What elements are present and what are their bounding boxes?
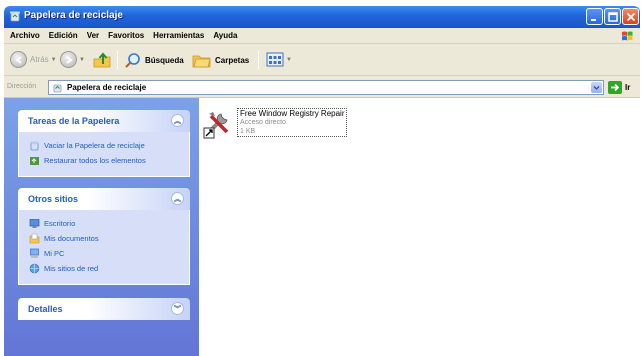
panel-title: Otros sitios bbox=[28, 194, 79, 204]
file-size: 1 KB bbox=[240, 128, 256, 135]
my-documents-icon bbox=[29, 233, 40, 244]
desktop-icon bbox=[29, 219, 40, 228]
go-label: Ir bbox=[625, 83, 631, 92]
address-input[interactable]: Papelera de reciclaje bbox=[48, 80, 604, 95]
chevron-down-icon: ▼ bbox=[79, 56, 85, 63]
file-type: Acceso directo bbox=[240, 119, 286, 126]
search-button[interactable]: Búsqueda bbox=[124, 52, 184, 69]
minimize-icon bbox=[591, 19, 596, 21]
file-item[interactable]: Free Window Registry Repair Acceso direc… bbox=[203, 104, 373, 146]
search-icon bbox=[125, 53, 140, 68]
task-label: Restaurar todos los elementos bbox=[44, 156, 146, 165]
toolbar: Atrás ▼ ▼ Búsqueda Carpetas ▼ bbox=[4, 44, 640, 76]
menu-ver[interactable]: Ver bbox=[87, 31, 99, 40]
maximize-icon bbox=[608, 12, 618, 22]
chevron-down-icon: ▼ bbox=[50, 56, 57, 63]
menu-archivo[interactable]: Archivo bbox=[10, 31, 40, 40]
place-label: Mis sitios de red bbox=[44, 264, 99, 273]
title-bar: Papelera de reciclaje bbox=[4, 6, 640, 28]
panel-header[interactable]: Detalles ︾ bbox=[18, 298, 190, 320]
address-dropdown-button[interactable] bbox=[591, 82, 602, 93]
panel-header[interactable]: Otros sitios ︽ bbox=[18, 188, 190, 210]
up-folder-icon[interactable] bbox=[92, 51, 112, 69]
menu-bar: Archivo Edición Ver Favoritos Herramient… bbox=[4, 28, 640, 44]
repair-tools-shortcut-icon bbox=[203, 112, 229, 139]
forward-button[interactable]: ▼ bbox=[60, 51, 85, 68]
empty-recycle-bin-icon bbox=[30, 141, 39, 151]
place-label: Escritorio bbox=[44, 219, 76, 228]
place-network[interactable]: Mis sitios de red bbox=[29, 261, 181, 276]
folders-label: Carpetas bbox=[215, 55, 250, 65]
back-arrow-icon bbox=[10, 51, 27, 68]
place-my-computer[interactable]: Mi PC bbox=[29, 246, 181, 261]
file-name: Free Window Registry Repair bbox=[240, 109, 345, 118]
details-panel: Detalles ︾ bbox=[18, 298, 190, 320]
collapse-up-icon[interactable]: ︽ bbox=[171, 192, 184, 205]
back-label: Atrás bbox=[30, 55, 49, 64]
collapse-up-icon[interactable]: ︽ bbox=[171, 114, 184, 127]
task-label: Vaciar la Papelera de reciclaje bbox=[44, 141, 145, 150]
forward-arrow-icon bbox=[60, 51, 77, 68]
menu-ayuda[interactable]: Ayuda bbox=[213, 31, 237, 40]
views-button[interactable]: ▼ bbox=[266, 52, 292, 67]
close-button[interactable] bbox=[622, 8, 639, 25]
panel-title: Detalles bbox=[28, 304, 63, 314]
my-computer-icon bbox=[30, 248, 39, 258]
back-button[interactable]: Atrás ▼ bbox=[10, 51, 57, 68]
task-pane: Tareas de la Papelera ︽ Vaciar la Papele… bbox=[4, 98, 199, 356]
go-button[interactable]: Ir bbox=[608, 81, 630, 94]
close-icon bbox=[626, 12, 636, 22]
recycle-bin-icon bbox=[53, 84, 62, 93]
chevron-down-icon: ▼ bbox=[286, 56, 292, 63]
minimize-button[interactable] bbox=[586, 8, 603, 25]
task-restore-all[interactable]: Restaurar todos los elementos bbox=[29, 153, 181, 168]
windows-logo-icon bbox=[622, 31, 633, 41]
menu-edicion[interactable]: Edición bbox=[49, 31, 78, 40]
search-label: Búsqueda bbox=[145, 56, 184, 65]
address-label: Dirección bbox=[7, 83, 37, 90]
maximize-button[interactable] bbox=[604, 8, 621, 25]
place-my-documents[interactable]: Mis documentos bbox=[29, 231, 181, 246]
task-empty-recycle-bin[interactable]: Vaciar la Papelera de reciclaje bbox=[29, 138, 181, 153]
recycle-bin-tasks-panel: Tareas de la Papelera ︽ Vaciar la Papele… bbox=[18, 110, 190, 177]
go-arrow-icon bbox=[608, 81, 622, 94]
place-label: Mi PC bbox=[44, 249, 65, 258]
expand-down-icon[interactable]: ︾ bbox=[171, 302, 184, 315]
address-bar: Dirección Papelera de reciclaje Ir bbox=[4, 76, 640, 98]
file-label: Free Window Registry Repair Acceso direc… bbox=[237, 108, 348, 137]
panel-title: Tareas de la Papelera bbox=[28, 116, 120, 126]
views-icon bbox=[266, 52, 284, 67]
window-title: Papelera de reciclaje bbox=[24, 10, 123, 21]
other-places-panel: Otros sitios ︽ Escritorio Mis documentos bbox=[18, 188, 190, 285]
panel-header[interactable]: Tareas de la Papelera ︽ bbox=[18, 110, 190, 132]
menu-herramientas[interactable]: Herramientas bbox=[153, 31, 204, 40]
place-label: Mis documentos bbox=[44, 234, 99, 243]
restore-icon bbox=[30, 157, 39, 165]
recycle-bin-icon bbox=[10, 11, 20, 22]
file-list: Free Window Registry Repair Acceso direc… bbox=[199, 98, 640, 356]
folders-button[interactable]: Carpetas bbox=[192, 52, 249, 68]
network-places-icon bbox=[29, 263, 40, 274]
folders-icon bbox=[192, 55, 211, 68]
address-value: Papelera de reciclaje bbox=[67, 83, 147, 92]
chevron-down-icon bbox=[593, 86, 600, 90]
place-desktop[interactable]: Escritorio bbox=[29, 216, 181, 231]
menu-favoritos[interactable]: Favoritos bbox=[108, 31, 144, 40]
